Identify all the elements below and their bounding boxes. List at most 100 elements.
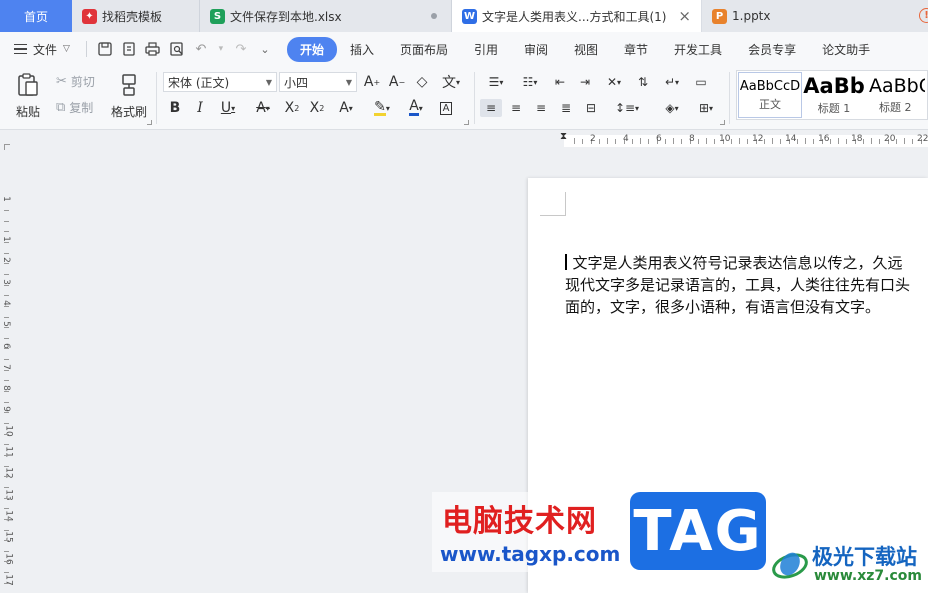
decrease-indent-icon[interactable]: ⇤	[551, 73, 569, 91]
vertical-ruler[interactable]: 1 1 2 3 4 5 6 7 8 9 10 11 12 13 14 15 16 17	[0, 150, 14, 593]
group-expander-icon[interactable]	[464, 120, 469, 125]
ruler-tick	[747, 139, 749, 144]
phonetic-guide-icon[interactable]: 文 ▾	[437, 73, 465, 91]
ruler-tick	[4, 284, 9, 286]
undo-icon[interactable]: ↶	[193, 41, 209, 57]
unsaved-dot-icon	[431, 13, 437, 19]
ruler-number: 4	[623, 134, 629, 144]
tab-review[interactable]: 审阅	[511, 41, 561, 58]
underline-icon[interactable]: U ▾	[215, 99, 241, 117]
italic-icon[interactable]: I	[191, 99, 209, 117]
brush-icon	[120, 73, 138, 103]
horizontal-ruler[interactable]: ⧗ 2 4 6 8 10 12 14 16 18 20 22	[528, 131, 928, 151]
ruler-tick	[772, 138, 773, 144]
warning-icon[interactable]: !	[919, 8, 928, 23]
chevron-down-icon: ▼	[345, 78, 352, 87]
bullet-list-icon[interactable]: ☰ ▾	[482, 73, 510, 91]
style-heading-1[interactable]: AaBb 标题 1	[803, 71, 865, 119]
bold-icon[interactable]: B	[166, 99, 184, 117]
justify-icon[interactable]: ≣	[557, 99, 575, 117]
tab-template-store[interactable]: ✦ 找稻壳模板	[72, 0, 200, 32]
align-center-icon[interactable]: ≡	[507, 99, 525, 117]
document-body[interactable]: 文字是人类用表义符号记录表达信息以传之，久远 现代文字多是记录语言的，工具，人类…	[565, 252, 928, 318]
tab-sections[interactable]: 章节	[611, 41, 661, 58]
tab-label: 文字是人类用表义...方式和工具(1)	[482, 9, 667, 24]
superscript-icon[interactable]: X2	[283, 99, 301, 117]
tab-spreadsheet[interactable]: S 文件保存到本地.xlsx	[200, 0, 452, 32]
group-expander-icon[interactable]	[720, 120, 725, 125]
subscript-icon[interactable]: X2	[308, 99, 326, 117]
brand-name: 极光下载站	[812, 545, 917, 569]
increase-font-size-icon[interactable]: A +	[363, 73, 381, 91]
ruler-tick	[730, 139, 732, 144]
align-left-icon[interactable]: ≡	[480, 99, 502, 117]
divider	[85, 41, 87, 57]
page-corner-mark	[540, 192, 566, 216]
ruler-tick	[871, 138, 872, 144]
tab-start[interactable]: 开始	[286, 36, 337, 62]
font-color-icon[interactable]: A ▾	[403, 99, 429, 117]
tab-thesis-assistant[interactable]: 论文助手	[809, 41, 883, 58]
tag-logo: TAG	[630, 492, 766, 570]
group-expander-icon[interactable]	[147, 120, 152, 125]
tab-references[interactable]: 引用	[461, 41, 511, 58]
highlight-icon[interactable]: ✎ ▾	[369, 99, 395, 117]
copy-button[interactable]: ⧉ 复制	[56, 98, 93, 116]
indent-marker-icon[interactable]: ⧗	[560, 131, 567, 142]
ruler-tick	[763, 139, 765, 144]
borders-icon[interactable]: ⊞ ▾	[692, 99, 720, 117]
chinese-layout-icon[interactable]: ✕ ▾	[601, 73, 627, 91]
ruler-tick	[904, 138, 905, 144]
close-tab-icon[interactable]: ×	[678, 7, 691, 25]
tab-page-layout[interactable]: 页面布局	[387, 41, 461, 58]
show-marks-icon[interactable]: ↵ ▾	[659, 73, 685, 91]
align-right-icon[interactable]: ≡	[532, 99, 550, 117]
tag-logo-text: TAG	[633, 498, 763, 564]
font-size-select[interactable]: 小四 ▼	[279, 72, 357, 92]
ruler-tick	[4, 263, 9, 265]
increase-indent-icon[interactable]: ⇥	[576, 73, 594, 91]
style-normal[interactable]: AaBbCcD 正文	[738, 72, 802, 118]
line-spacing-icon[interactable]: ↕≡ ▾	[612, 99, 642, 117]
strikethrough-icon[interactable]: A ▾	[250, 99, 276, 117]
cut-button[interactable]: ✂ 剪切	[56, 72, 95, 90]
decrease-font-size-icon[interactable]: A −	[388, 73, 406, 91]
tab-presentation[interactable]: P 1.pptx !	[702, 0, 928, 32]
paste-button[interactable]: 粘贴	[8, 70, 48, 122]
print-icon[interactable]	[145, 41, 161, 57]
export-pdf-icon[interactable]	[121, 41, 137, 57]
ruler-tick	[4, 444, 9, 446]
numbered-list-icon[interactable]: ☷ ▾	[516, 73, 544, 91]
shading-icon[interactable]: ◈ ▾	[658, 99, 686, 117]
ruler-tick	[4, 369, 9, 371]
tab-member[interactable]: 会员专享	[735, 41, 809, 58]
format-painter-button[interactable]: 格式刷	[108, 70, 150, 122]
save-icon[interactable]	[97, 41, 113, 57]
tab-developer[interactable]: 开发工具	[661, 41, 735, 58]
tab-view[interactable]: 视图	[561, 41, 611, 58]
print-preview-icon[interactable]	[169, 41, 185, 57]
ruler-tick	[4, 540, 9, 542]
tab-active-document[interactable]: W 文字是人类用表义...方式和工具(1) ×	[452, 0, 702, 32]
ruler-tick	[4, 337, 9, 339]
tab-home[interactable]: 首页	[0, 0, 72, 32]
style-label: 正文	[759, 97, 781, 111]
redo-icon[interactable]: ↷	[233, 41, 249, 57]
chevron-down-icon[interactable]: ▾	[217, 41, 225, 57]
file-menu-button[interactable]: 文件 ▽	[14, 41, 70, 58]
distributed-align-icon[interactable]: ⊟	[582, 99, 600, 117]
tab-label: 找稻壳模板	[102, 9, 163, 24]
ruler-number: 2	[590, 134, 596, 144]
font-name-select[interactable]: 宋体 (正文) ▼	[163, 72, 277, 92]
sort-icon[interactable]: ⇅	[634, 73, 652, 91]
quick-access-toolbar: ↶ ▾ ↷ ⌄	[84, 41, 273, 57]
tab-insert[interactable]: 插入	[337, 41, 387, 58]
ruler-toggle-icon[interactable]: ▭	[692, 73, 710, 91]
ruler-tick	[615, 139, 617, 144]
style-heading-2[interactable]: AaBbC 标题 2	[865, 71, 925, 119]
customize-toolbar-icon[interactable]: ⌄	[257, 41, 273, 57]
ruler-number: 8	[689, 134, 695, 144]
text-effect-icon[interactable]: A ▾	[333, 99, 359, 117]
clear-format-icon[interactable]: ◇	[413, 73, 431, 91]
character-border-icon[interactable]: A	[437, 99, 455, 117]
